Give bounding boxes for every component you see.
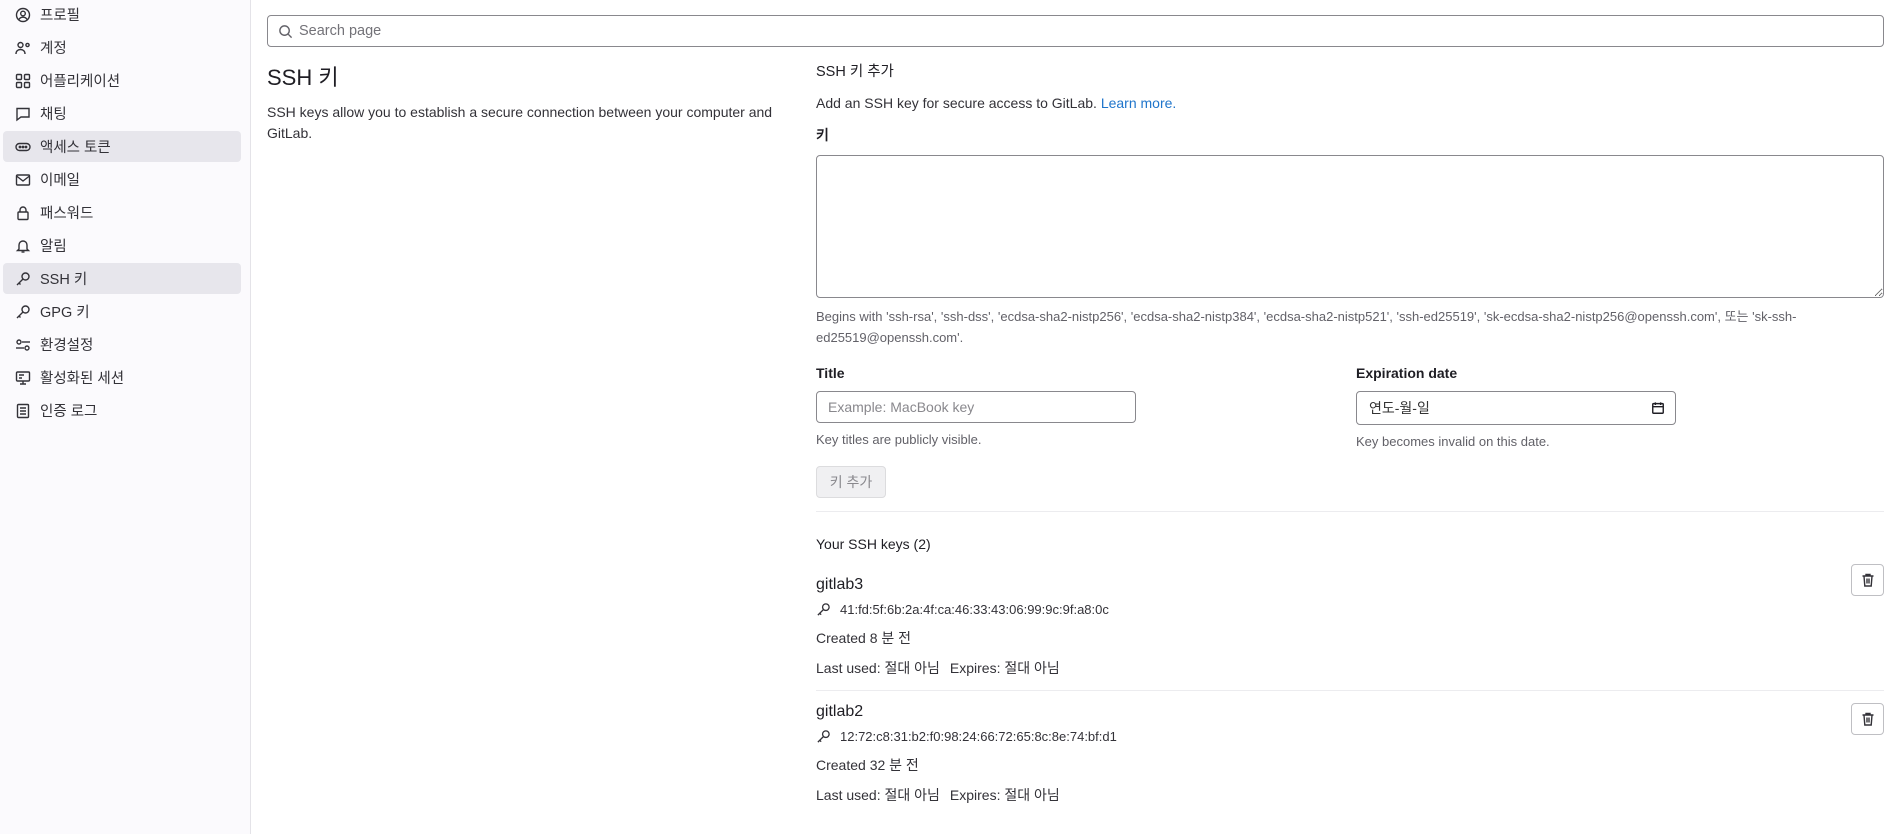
sidebar-item-label: 이메일: [40, 173, 81, 189]
sidebar-item-gpg-keys[interactable]: GPG 키: [3, 296, 241, 327]
title-label: Title: [816, 365, 845, 381]
sidebar-item-password[interactable]: 패스워드: [3, 197, 241, 228]
search-input[interactable]: [299, 23, 1883, 39]
key-last-used: Last used: 절대 아님: [816, 660, 940, 676]
keys-list-heading: Your SSH keys (2): [816, 536, 931, 552]
sidebar-item-label: 환경설정: [40, 338, 94, 354]
learn-more-link[interactable]: Learn more.: [1101, 95, 1176, 111]
sidebar-item-label: 활성화된 세션: [40, 371, 125, 387]
search-icon: [279, 24, 293, 38]
ssh-key-item: gitlab3 41:fd:5f:6b:2a:4f:ca:46:33:43:06…: [816, 552, 1884, 690]
sidebar-item-emails[interactable]: 이메일: [3, 164, 241, 195]
applications-icon: [15, 73, 31, 88]
key-usage-row: Last used: 절대 아님 Expires: 절대 아님: [816, 785, 1884, 805]
sidebar-item-applications[interactable]: 어플리케이션: [3, 65, 241, 96]
key-icon: [16, 271, 30, 285]
ssh-key-item: gitlab2 12:72:c8:31:b2:f0:98:24:66:72:65…: [816, 690, 1884, 817]
title-input[interactable]: [816, 391, 1136, 423]
page-intro: SSH 키 SSH keys allow you to establish a …: [267, 60, 787, 144]
sidebar-item-label: 인증 로그: [40, 404, 98, 420]
key-label: 키: [816, 127, 829, 143]
sidebar-item-ssh-keys[interactable]: SSH 키: [3, 263, 241, 294]
ssh-key-panel: SSH 키 추가 Add an SSH key for secure acces…: [816, 60, 1884, 817]
main-content: SSH 키 SSH keys allow you to establish a …: [251, 0, 1896, 834]
key-fingerprint-row: 12:72:c8:31:b2:f0:98:24:66:72:65:8c:8e:7…: [816, 729, 1884, 744]
chat-icon: [16, 107, 30, 121]
trash-icon: [1862, 573, 1873, 587]
title-expiration-row: Title Key titles are publicly visible. E…: [816, 365, 1884, 452]
key-icon: [16, 304, 30, 318]
key-icon: [817, 603, 830, 616]
search-bar[interactable]: [267, 15, 1884, 47]
key-fingerprint: 41:fd:5f:6b:2a:4f:ca:46:33:43:06:99:9c:9…: [840, 602, 1109, 617]
page-description: SSH keys allow you to establish a secure…: [267, 104, 773, 141]
sidebar-item-label: 패스워드: [40, 206, 94, 222]
key-fingerprint-row: 41:fd:5f:6b:2a:4f:ca:46:33:43:06:99:9c:9…: [816, 602, 1884, 617]
sidebar-item-notifications[interactable]: 알림: [3, 230, 241, 261]
sidebar-item-auth-log[interactable]: 인증 로그: [3, 395, 241, 426]
sidebar-item-account[interactable]: 계정: [3, 32, 241, 63]
key-title[interactable]: gitlab3: [816, 576, 1884, 594]
profile-icon: [15, 7, 31, 22]
expiration-date-placeholder: 연도-월-일: [1369, 400, 1430, 416]
expiration-label: Expiration date: [1356, 365, 1458, 381]
key-icon: [817, 730, 830, 743]
key-textarea[interactable]: [816, 155, 1884, 298]
sidebar-item-label: 프로필: [40, 8, 81, 24]
log-icon: [16, 403, 30, 418]
title-help-text: Key titles are publicly visible.: [816, 432, 982, 447]
account-icon: [15, 41, 30, 54]
monitor-icon: [15, 370, 31, 385]
key-created: Created 8 분 전: [816, 630, 912, 646]
lock-icon: [17, 205, 29, 220]
email-icon: [15, 173, 31, 186]
bell-icon: [15, 239, 31, 253]
add-key-description: Add an SSH key for secure access to GitL…: [816, 95, 1884, 111]
key-usage-row: Last used: 절대 아님 Expires: 절대 아님: [816, 658, 1884, 678]
expiration-help-text: Key becomes invalid on this date.: [1356, 434, 1550, 449]
sidebar-item-label: 계정: [40, 41, 67, 57]
sidebar-item-label: GPG 키: [40, 305, 90, 321]
sidebar-item-active-sessions[interactable]: 활성화된 세션: [3, 362, 241, 393]
sidebar-item-chat[interactable]: 채팅: [3, 98, 241, 129]
add-key-heading: SSH 키 추가: [816, 64, 894, 80]
sidebar-item-profile[interactable]: 프로필: [3, 0, 241, 30]
calendar-icon[interactable]: [1651, 401, 1665, 415]
add-key-description-text: Add an SSH key for secure access to GitL…: [816, 95, 1097, 111]
page-title: SSH 키: [267, 65, 339, 90]
divider: [816, 511, 1884, 512]
title-field-group: Title Key titles are publicly visible.: [816, 365, 1356, 452]
sidebar: 프로필 계정 어플리케이션 채팅 액세스 토큰 이메일 패스워드 알림 SSH …: [0, 0, 251, 834]
sidebar-item-label: SSH 키: [40, 272, 88, 288]
trash-icon: [1862, 712, 1873, 726]
sidebar-item-access-tokens[interactable]: 액세스 토큰: [3, 131, 241, 162]
sidebar-item-label: 어플리케이션: [40, 74, 121, 90]
sidebar-item-label: 액세스 토큰: [40, 140, 111, 156]
expiration-date-input[interactable]: 연도-월-일: [1356, 391, 1676, 425]
key-title[interactable]: gitlab2: [816, 703, 1884, 721]
sidebar-item-label: 채팅: [40, 107, 67, 123]
add-key-button[interactable]: 키 추가: [816, 466, 886, 498]
app: 프로필 계정 어플리케이션 채팅 액세스 토큰 이메일 패스워드 알림 SSH …: [0, 0, 1896, 834]
sidebar-item-preferences[interactable]: 환경설정: [3, 329, 241, 360]
key-expires: Expires: 절대 아님: [949, 660, 1060, 676]
key-expires: Expires: 절대 아님: [949, 787, 1060, 803]
delete-key-button[interactable]: [1851, 564, 1884, 596]
key-last-used: Last used: 절대 아님: [816, 787, 940, 803]
expiration-field-group: Expiration date 연도-월-일 Key becomes inval…: [1356, 365, 1686, 452]
key-fingerprint: 12:72:c8:31:b2:f0:98:24:66:72:65:8c:8e:7…: [840, 729, 1117, 744]
key-help-text: Begins with 'ssh-rsa', 'ssh-dss', 'ecdsa…: [816, 309, 1797, 345]
token-icon: [15, 142, 31, 151]
key-created: Created 32 분 전: [816, 757, 919, 773]
sidebar-item-label: 알림: [40, 239, 67, 255]
preferences-icon: [16, 338, 30, 351]
delete-key-button[interactable]: [1851, 703, 1884, 735]
